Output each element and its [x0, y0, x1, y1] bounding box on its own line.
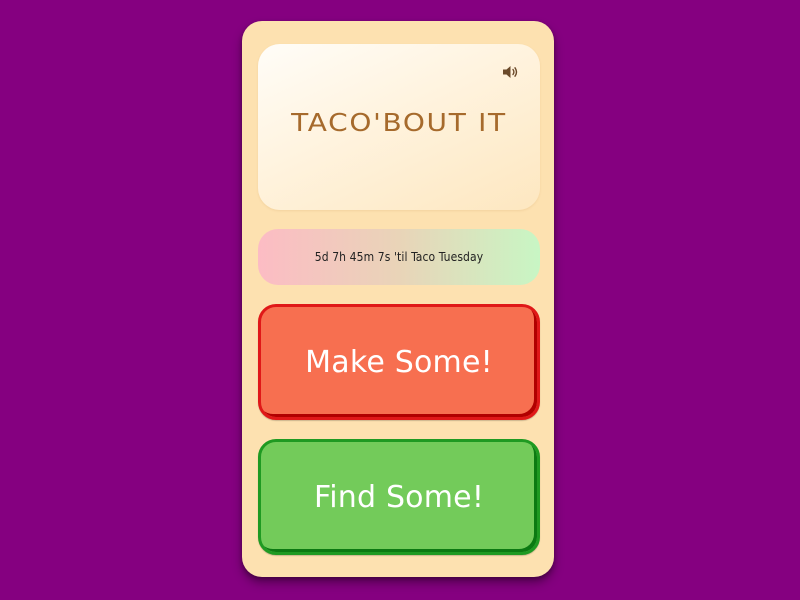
- speaker-volume-icon[interactable]: [502, 64, 520, 78]
- header-panel: TACO'BOUT IT: [258, 44, 540, 210]
- find-some-label: Find Some!: [313, 479, 485, 515]
- make-some-label: Make Some!: [305, 344, 493, 380]
- app-card: TACO'BOUT IT 5d 7h 45m 7s 'til Taco Tues…: [242, 21, 554, 577]
- taco-tuesday-countdown: 5d 7h 45m 7s 'til Taco Tuesday: [258, 229, 540, 285]
- find-some-button[interactable]: Find Some!: [258, 439, 540, 555]
- app-title: TACO'BOUT IT: [291, 108, 507, 137]
- make-some-button[interactable]: Make Some!: [258, 304, 540, 420]
- countdown-text: 5d 7h 45m 7s 'til Taco Tuesday: [314, 250, 484, 264]
